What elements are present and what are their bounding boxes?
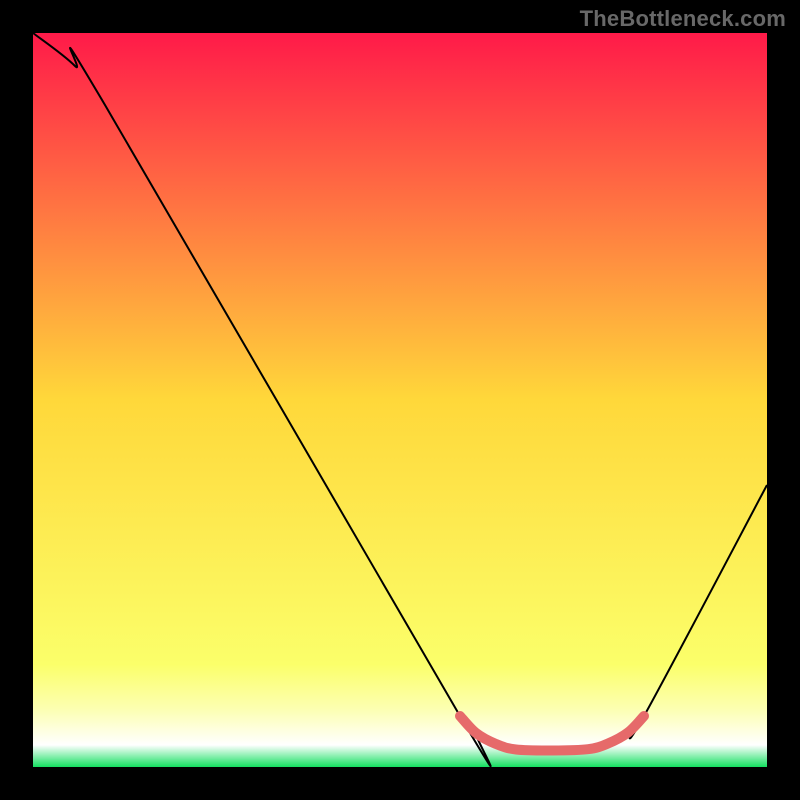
watermark-text: TheBottleneck.com — [580, 6, 786, 32]
chart-container: TheBottleneck.com — [0, 0, 800, 800]
bottleneck-chart — [0, 0, 800, 800]
plot-area-gradient — [33, 33, 767, 767]
